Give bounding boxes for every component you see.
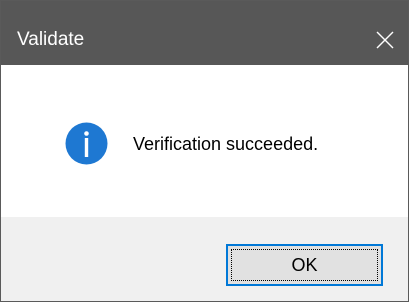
close-icon <box>376 31 394 49</box>
info-icon <box>65 122 108 165</box>
message-text: Verification succeeded. <box>133 134 319 154</box>
button-bar: OK <box>1 217 408 301</box>
ok-button[interactable]: OK <box>226 244 383 286</box>
close-button[interactable] <box>362 17 408 63</box>
dialog-content: Verification succeeded. <box>1 65 408 217</box>
validate-dialog: Validate Verification succeeded. OK <box>0 0 409 302</box>
window-title: Validate <box>17 29 85 50</box>
title-bar[interactable]: Validate <box>1 1 408 65</box>
ok-button-label: OK <box>231 249 378 281</box>
